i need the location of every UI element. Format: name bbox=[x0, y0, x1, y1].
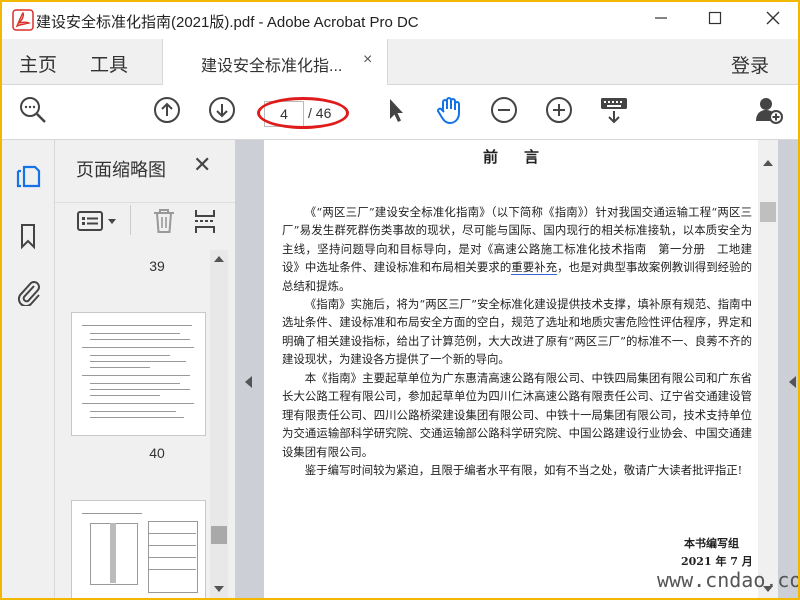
zoom-out-button[interactable] bbox=[489, 96, 519, 129]
paragraph-1: 《“两区三厂”建设安全标准化指南》（以下简称《指南》）针对我国交通运输工程“两区… bbox=[282, 205, 752, 293]
panel-toolbar-divider bbox=[130, 205, 131, 235]
thumbnail-scrollbar[interactable] bbox=[210, 250, 228, 598]
panel-close-button[interactable]: ✕ bbox=[193, 152, 211, 178]
bookmark-icon bbox=[17, 222, 39, 255]
zoom-in-icon bbox=[545, 96, 573, 129]
keyboard-tool-button[interactable] bbox=[599, 97, 629, 127]
add-user-icon bbox=[754, 95, 784, 130]
document-tab-label: 建设安全标准化指... bbox=[201, 58, 343, 75]
insert-page-button[interactable] bbox=[192, 207, 218, 240]
underlined-text: 重要补充 bbox=[511, 260, 558, 276]
login-button[interactable]: 登录 bbox=[731, 51, 769, 78]
document-tab-close-button[interactable]: × bbox=[363, 51, 372, 69]
insert-page-icon bbox=[192, 210, 218, 239]
window-title: 建设安全标准化指南(2021版).pdf - Adobe Acrobat Pro… bbox=[36, 14, 419, 31]
acrobat-window: 建设安全标准化指南(2021版).pdf - Adobe Acrobat Pro… bbox=[0, 0, 800, 600]
page-up-icon bbox=[153, 96, 181, 129]
panel-title: 页面缩略图 bbox=[76, 160, 166, 180]
tab-home[interactable]: 主页 bbox=[19, 50, 57, 77]
tab-tools[interactable]: 工具 bbox=[90, 50, 128, 77]
zoom-search-button[interactable] bbox=[18, 95, 48, 130]
page-down-icon bbox=[208, 96, 236, 129]
thumbnail-page-label: 39 bbox=[149, 258, 165, 274]
minimize-button[interactable] bbox=[638, 2, 684, 39]
zoom-in-button[interactable] bbox=[544, 96, 574, 129]
previous-page-button[interactable] bbox=[152, 96, 182, 129]
zoom-search-icon bbox=[18, 95, 48, 130]
panel-toolbar bbox=[55, 202, 235, 237]
paragraph-3: 本《指南》主要起草单位为广东惠清高速公路有限公司、中铁四局集团有限公司和广东省长… bbox=[282, 371, 752, 459]
scroll-up-arrow-icon[interactable] bbox=[214, 256, 224, 262]
watermark: www.cndao.com bbox=[657, 568, 800, 592]
thumbnails-rail-button[interactable] bbox=[14, 164, 42, 192]
minimize-icon bbox=[654, 11, 668, 30]
publication-date: 2021 年 7 月 bbox=[681, 555, 753, 568]
tab-document[interactable]: 建设安全标准化指... × bbox=[162, 39, 388, 85]
thumbnail-page-41[interactable] bbox=[71, 500, 206, 598]
title-bar: 建设安全标准化指南(2021版).pdf - Adobe Acrobat Pro… bbox=[2, 2, 798, 39]
maximize-icon bbox=[708, 11, 722, 30]
document-scroll-thumb[interactable] bbox=[760, 202, 776, 222]
select-tool-button[interactable] bbox=[380, 97, 410, 127]
collapse-left-panel-icon[interactable] bbox=[245, 376, 252, 388]
list-options-icon bbox=[75, 211, 123, 237]
thumbnail-options-button[interactable] bbox=[75, 209, 123, 238]
document-scrollbar[interactable] bbox=[758, 140, 778, 598]
left-navigation-rail bbox=[2, 140, 55, 598]
hand-tool-icon bbox=[434, 95, 464, 130]
trash-icon bbox=[151, 209, 177, 239]
expand-right-panel-icon[interactable] bbox=[789, 376, 796, 388]
paragraph-4: 鉴于编写时间较为紧迫，且限于编者水平有限，如有不当之处，敬请广大读者批评指正! bbox=[304, 463, 743, 477]
pdf-page: 前言 《“两区三厂”建设安全标准化指南》（以下简称《指南》）针对我国交通运输工程… bbox=[264, 140, 758, 598]
close-icon bbox=[766, 11, 780, 30]
attachments-rail-button[interactable] bbox=[14, 280, 42, 308]
toolbar: 4 / 46 bbox=[2, 85, 798, 140]
author-signature: 本书编写组 bbox=[684, 537, 739, 550]
select-arrow-icon bbox=[383, 96, 407, 129]
next-page-button[interactable] bbox=[207, 96, 237, 129]
close-window-button[interactable] bbox=[750, 2, 796, 39]
page-heading: 前言 bbox=[482, 148, 565, 166]
thumbnail-panel: 页面缩略图 ✕ 39 40 bbox=[55, 140, 236, 598]
attachment-icon bbox=[15, 278, 41, 311]
scroll-down-arrow-icon[interactable] bbox=[214, 586, 224, 592]
doc-scroll-up-icon[interactable] bbox=[763, 160, 773, 166]
thumbnail-page-40[interactable] bbox=[71, 312, 206, 436]
bookmarks-rail-button[interactable] bbox=[14, 222, 42, 255]
page-thumbnails-icon bbox=[15, 162, 41, 195]
delete-page-button[interactable] bbox=[151, 207, 177, 240]
keyboard-icon bbox=[599, 95, 629, 130]
zoom-out-icon bbox=[490, 96, 518, 129]
paragraph-2: 《指南》实施后，将为“两区三厂”安全标准化建设提供技术支撑，填补原有规范、指南中… bbox=[282, 297, 752, 367]
acrobat-logo-icon bbox=[12, 9, 34, 31]
thumbnail-page-label: 40 bbox=[149, 445, 165, 461]
thumbnail-scroll-thumb[interactable] bbox=[211, 526, 227, 544]
hand-tool-button[interactable] bbox=[434, 95, 464, 130]
tab-bar: 主页 工具 建设安全标准化指... × 登录 bbox=[2, 39, 798, 85]
add-user-button[interactable] bbox=[754, 97, 784, 127]
maximize-button[interactable] bbox=[692, 2, 738, 39]
annotation-ellipse bbox=[257, 97, 349, 129]
document-viewer: 前言 《“两区三厂”建设安全标准化指南》（以下简称《指南》）针对我国交通运输工程… bbox=[236, 140, 798, 598]
